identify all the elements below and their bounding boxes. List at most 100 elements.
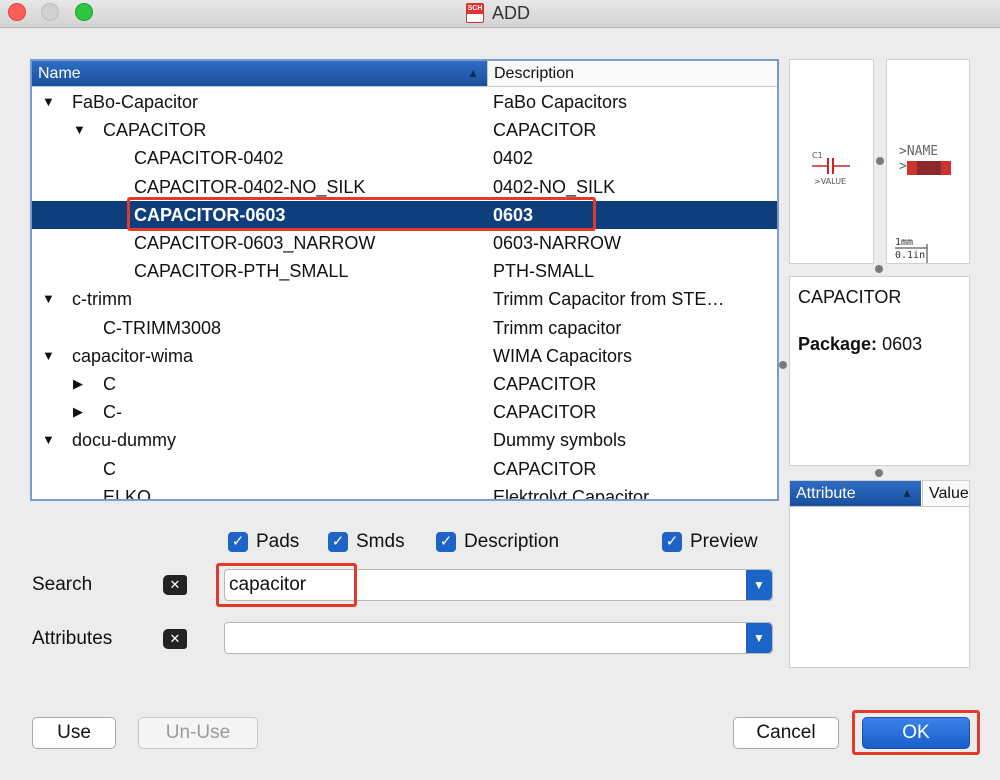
tree-row-description: 0603 <box>493 204 534 225</box>
splitter-handle[interactable] <box>875 469 883 477</box>
tree-row-description: Elektrolyt Capacitor <box>493 486 650 501</box>
tree-row-description: Dummy symbols <box>493 430 627 451</box>
attributes-combobox[interactable]: ▼ <box>224 622 773 654</box>
collapsed-arrow-icon[interactable]: ▶ <box>73 370 83 398</box>
tree-row-description: CAPACITOR <box>493 374 597 394</box>
splitter-handle[interactable] <box>876 157 884 165</box>
column-header-name[interactable]: Name ▲ <box>32 61 487 86</box>
tree-row[interactable]: ▼ CAPACITOR CAPACITOR <box>32 116 777 144</box>
smds-checkbox[interactable]: ✓ Smds <box>328 530 405 554</box>
preview-checkbox[interactable]: ✓ Preview <box>662 530 758 554</box>
sort-ascending-icon: ▲ <box>467 66 479 80</box>
scale-inch-label: 0.1in <box>895 250 925 261</box>
sort-ascending-icon: ▲ <box>901 486 913 500</box>
unuse-button[interactable]: Un-Use <box>138 717 258 749</box>
clear-attributes-icon[interactable]: ✕ <box>163 629 187 649</box>
info-title: CAPACITOR <box>798 287 902 307</box>
checkmark-icon: ✓ <box>436 532 456 552</box>
tree-row[interactable]: ▼ capacitor-wima WIMA Capacitors <box>32 342 777 370</box>
ok-button[interactable]: OK <box>862 717 970 749</box>
tree-row[interactable]: C-TRIMM3008 Trimm capacitor <box>32 314 777 342</box>
expanded-arrow-icon[interactable]: ▼ <box>42 285 55 313</box>
tree-header: Name ▲ Description <box>32 61 777 87</box>
splitter-handle[interactable] <box>779 361 787 369</box>
tree-row[interactable]: CAPACITOR-0402 0402 <box>32 144 777 172</box>
attributes-table-header: Attribute ▲ Value <box>790 481 969 507</box>
tree-row[interactable]: ▼ c-trimm Trimm Capacitor from STE… <box>32 285 777 313</box>
capacitor-symbol-drawing: C1 >VALUE <box>812 151 850 186</box>
minimize-window-button[interactable] <box>41 3 59 21</box>
title-group: SCH ADD <box>466 2 530 24</box>
tree-row-description: 0603-NARROW <box>493 233 622 253</box>
tree-row-description: Trimm capacitor <box>493 317 622 338</box>
tree-row[interactable]: ELKO Elektrolyt Capacitor <box>32 483 777 501</box>
tree-row[interactable]: ▶ C CAPACITOR <box>32 370 777 398</box>
search-input[interactable]: capacitor <box>229 574 306 595</box>
tree-row-name: c-trimm <box>72 289 132 310</box>
tree-row-name: CAPACITOR-0402 <box>134 148 284 169</box>
tree-row[interactable]: ▼ docu-dummy Dummy symbols <box>32 426 777 454</box>
column-header-attribute[interactable]: Attribute ▲ <box>790 481 921 506</box>
tree-row[interactable]: CAPACITOR-0603 0603 <box>32 200 777 229</box>
chevron-down-icon[interactable]: ▼ <box>746 623 772 653</box>
tree-row-description: CAPACITOR <box>493 458 597 479</box>
tree-row-name: CAPACITOR-0402-NO_SILK <box>134 176 366 197</box>
tree-row-description: 0402-NO_SILK <box>493 176 616 197</box>
tree-row[interactable]: ▶ C- CAPACITOR <box>32 398 777 426</box>
package-label: Package: <box>798 334 878 354</box>
tree-row-name: capacitor-wima <box>72 345 194 366</box>
column-header-description[interactable]: Description <box>487 61 777 86</box>
expanded-arrow-icon[interactable]: ▼ <box>73 116 86 144</box>
package-value-marker: > <box>899 159 907 174</box>
expanded-arrow-icon[interactable]: ▼ <box>42 88 55 116</box>
component-info-panel: CAPACITOR Package: 0603 <box>789 276 970 466</box>
search-label: Search <box>32 574 93 595</box>
window-title: ADD <box>492 2 531 23</box>
tree-row-description: WIMA Capacitors <box>493 345 633 366</box>
tree-row[interactable]: C CAPACITOR <box>32 455 777 483</box>
checkmark-icon: ✓ <box>228 532 248 552</box>
close-window-button[interactable] <box>8 3 26 21</box>
tree-row-name: C <box>103 374 116 394</box>
tree-row[interactable]: CAPACITOR-PTH_SMALL PTH-SMALL <box>32 257 777 285</box>
tree-row-name: C-TRIMM3008 <box>103 317 222 338</box>
symbol-name-text: C1 <box>812 151 823 160</box>
tree-row-name: FaBo-Capacitor <box>72 92 199 112</box>
column-header-value[interactable]: Value <box>922 481 969 506</box>
tree-row-name: docu-dummy <box>72 430 177 451</box>
description-checkbox[interactable]: ✓ Description <box>436 530 559 554</box>
tree-row-name: ELKO <box>103 486 152 501</box>
scale-mm-label: 1mm <box>895 237 913 248</box>
checkmark-icon: ✓ <box>662 532 682 552</box>
expanded-arrow-icon[interactable]: ▼ <box>42 426 55 454</box>
tree-row-name: CAPACITOR-0603_NARROW <box>134 233 376 253</box>
expanded-arrow-icon[interactable]: ▼ <box>42 342 55 370</box>
tree-row[interactable]: ▼ FaBo-Capacitor FaBo Capacitors <box>32 88 777 116</box>
clear-search-icon[interactable]: ✕ <box>163 575 187 595</box>
collapsed-arrow-icon[interactable]: ▶ <box>73 398 83 426</box>
search-combobox[interactable]: capacitor ▼ <box>224 569 773 601</box>
symbol-preview: C1 >VALUE <box>789 59 874 264</box>
tree-row-description: CAPACITOR <box>493 402 597 423</box>
tree-row[interactable]: CAPACITOR-0402-NO_SILK 0402-NO_SILK <box>32 173 777 201</box>
chevron-down-icon[interactable]: ▼ <box>746 570 772 600</box>
attributes-table[interactable]: Attribute ▲ Value <box>789 480 970 668</box>
package-preview: >NAME > 1mm 0.1in <box>886 59 970 264</box>
zoom-window-button[interactable] <box>75 3 93 21</box>
tree-row-name: C- <box>103 402 122 423</box>
tree-row-description: FaBo Capacitors <box>493 92 628 112</box>
use-button[interactable]: Use <box>32 717 116 749</box>
package-drawing: >NAME > 1mm 0.1in <box>895 144 951 263</box>
attributes-label: Attributes <box>32 628 113 649</box>
schematic-icon: SCH <box>466 3 484 23</box>
splitter-handle[interactable] <box>875 265 883 273</box>
library-tree[interactable]: Name ▲ Description ▼ FaBo-Capacitor FaBo C… <box>30 59 779 501</box>
tree-row-description: CAPACITOR <box>493 120 597 141</box>
package-value: 0603 <box>882 334 923 354</box>
pads-checkbox[interactable]: ✓ Pads <box>228 530 299 554</box>
tree-row[interactable]: CAPACITOR-0603_NARROW 0603-NARROW <box>32 229 777 257</box>
tree-row-name: CAPACITOR <box>103 120 207 141</box>
cancel-button[interactable]: Cancel <box>733 717 839 749</box>
title-bar: SCH ADD <box>0 0 1000 28</box>
tree-row-description: Trimm Capacitor from STE… <box>493 289 725 310</box>
